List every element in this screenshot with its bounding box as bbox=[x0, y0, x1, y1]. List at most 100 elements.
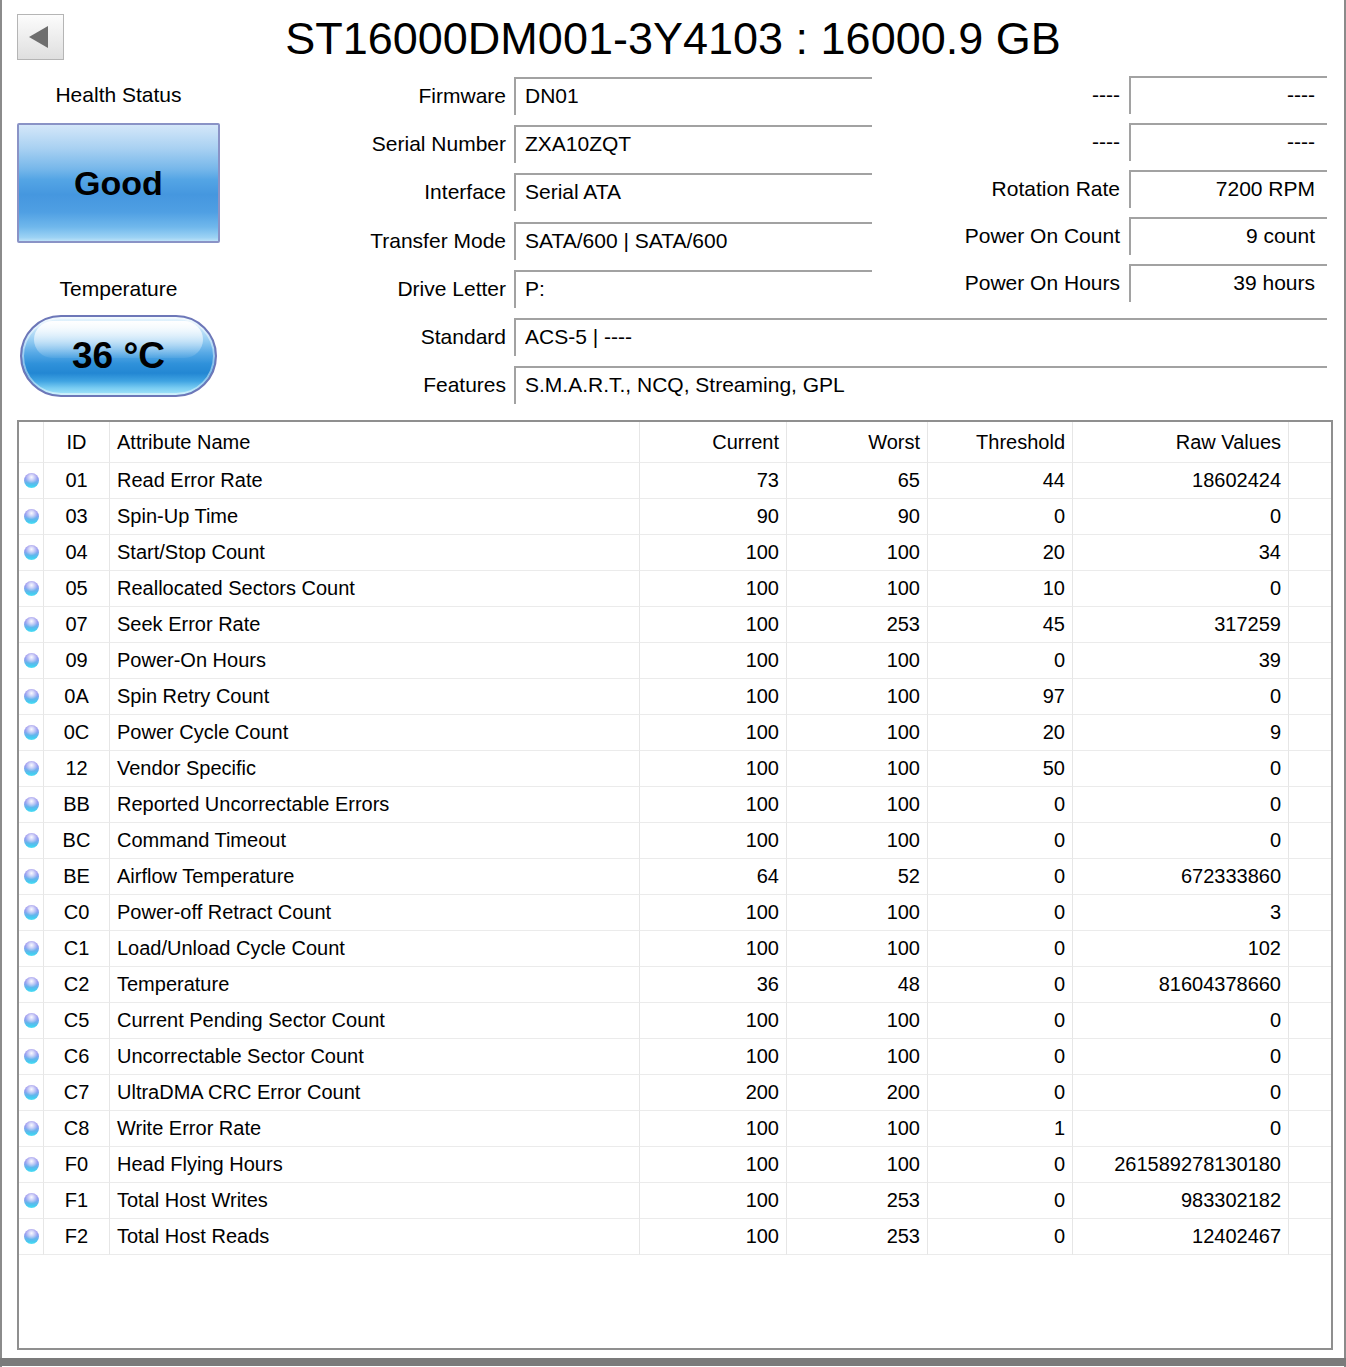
cell-worst: 100 bbox=[787, 787, 928, 823]
table-row[interactable]: 05 Reallocated Sectors Count 100 100 10 … bbox=[19, 571, 1331, 607]
field-value-box[interactable]: ---- bbox=[1129, 76, 1327, 114]
table-row[interactable]: C6 Uncorrectable Sector Count 100 100 0 … bbox=[19, 1039, 1331, 1075]
status-good-dot-icon bbox=[24, 1121, 39, 1136]
field-value: ---- bbox=[1287, 130, 1315, 153]
cell-id: 07 bbox=[44, 607, 110, 643]
field-value-box[interactable]: ---- bbox=[1129, 123, 1327, 161]
cell-attribute-name: Head Flying Hours bbox=[110, 1147, 640, 1183]
field-value-box[interactable]: 7200 RPM bbox=[1129, 170, 1327, 208]
field-value: S.M.A.R.T., NCQ, Streaming, GPL bbox=[525, 373, 845, 396]
table-row[interactable]: BB Reported Uncorrectable Errors 100 100… bbox=[19, 787, 1331, 823]
table-row[interactable]: C0 Power-off Retract Count 100 100 0 3 bbox=[19, 895, 1331, 931]
table-row[interactable]: C7 UltraDMA CRC Error Count 200 200 0 0 bbox=[19, 1075, 1331, 1111]
cell-id: C8 bbox=[44, 1111, 110, 1147]
table-row[interactable]: 0A Spin Retry Count 100 100 97 0 bbox=[19, 679, 1331, 715]
cell-raw-values: 261589278130180 bbox=[1073, 1147, 1289, 1183]
table-row[interactable]: 07 Seek Error Rate 100 253 45 317259 bbox=[19, 607, 1331, 643]
cell-threshold: 0 bbox=[928, 787, 1073, 823]
cell-current: 100 bbox=[640, 931, 787, 967]
cell-attribute-name: UltraDMA CRC Error Count bbox=[110, 1075, 640, 1111]
cell-current: 100 bbox=[640, 1003, 787, 1039]
field-row: Rotation Rate 7200 RPM bbox=[0, 170, 1346, 208]
cell-attribute-name: Spin Retry Count bbox=[110, 679, 640, 715]
header-cell-worst[interactable]: Worst bbox=[787, 422, 928, 463]
field-value-box[interactable]: S.M.A.R.T., NCQ, Streaming, GPL bbox=[514, 366, 1327, 404]
cell-worst: 100 bbox=[787, 1111, 928, 1147]
status-good-dot-icon bbox=[24, 797, 39, 812]
cell-worst: 100 bbox=[787, 715, 928, 751]
status-good-dot-icon bbox=[24, 689, 39, 704]
cell-current: 100 bbox=[640, 535, 787, 571]
cell-status bbox=[19, 967, 44, 1003]
cell-attribute-name: Load/Unload Cycle Count bbox=[110, 931, 640, 967]
cell-id: BE bbox=[44, 859, 110, 895]
table-row[interactable]: C5 Current Pending Sector Count 100 100 … bbox=[19, 1003, 1331, 1039]
field-value-box[interactable]: ACS-5 | ---- bbox=[514, 318, 1327, 356]
status-good-dot-icon bbox=[24, 1085, 39, 1100]
cell-current: 200 bbox=[640, 1075, 787, 1111]
header-cell-raw-values[interactable]: Raw Values bbox=[1073, 422, 1289, 463]
cell-current: 100 bbox=[640, 1219, 787, 1255]
status-good-dot-icon bbox=[24, 977, 39, 992]
status-good-dot-icon bbox=[24, 833, 39, 848]
cell-status bbox=[19, 1003, 44, 1039]
table-row[interactable]: BC Command Timeout 100 100 0 0 bbox=[19, 823, 1331, 859]
table-row[interactable]: 01 Read Error Rate 73 65 44 18602424 bbox=[19, 463, 1331, 499]
table-row[interactable]: C2 Temperature 36 48 0 81604378660 bbox=[19, 967, 1331, 1003]
table-row[interactable]: F0 Head Flying Hours 100 100 0 261589278… bbox=[19, 1147, 1331, 1183]
cell-current: 90 bbox=[640, 499, 787, 535]
table-row[interactable]: C1 Load/Unload Cycle Count 100 100 0 102 bbox=[19, 931, 1331, 967]
cell-trailing bbox=[1289, 967, 1331, 1003]
cell-threshold: 97 bbox=[928, 679, 1073, 715]
cell-attribute-name: Power-On Hours bbox=[110, 643, 640, 679]
header-cell-threshold[interactable]: Threshold bbox=[928, 422, 1073, 463]
cell-trailing bbox=[1289, 1183, 1331, 1219]
cell-raw-values: 0 bbox=[1073, 571, 1289, 607]
table-row[interactable]: 0C Power Cycle Count 100 100 20 9 bbox=[19, 715, 1331, 751]
cell-status bbox=[19, 787, 44, 823]
cell-raw-values: 0 bbox=[1073, 1003, 1289, 1039]
cell-worst: 100 bbox=[787, 535, 928, 571]
table-row[interactable]: 12 Vendor Specific 100 100 50 0 bbox=[19, 751, 1331, 787]
cell-raw-values: 0 bbox=[1073, 1075, 1289, 1111]
status-good-dot-icon bbox=[24, 1193, 39, 1208]
field-value-box[interactable]: 39 hours bbox=[1129, 264, 1327, 302]
status-good-dot-icon bbox=[24, 1157, 39, 1172]
header-cell-current[interactable]: Current bbox=[640, 422, 787, 463]
cell-trailing bbox=[1289, 895, 1331, 931]
status-good-dot-icon bbox=[24, 581, 39, 596]
table-row[interactable]: 03 Spin-Up Time 90 90 0 0 bbox=[19, 499, 1331, 535]
cell-id: 09 bbox=[44, 643, 110, 679]
header-cell-id[interactable]: ID bbox=[44, 422, 110, 463]
cell-worst: 200 bbox=[787, 1075, 928, 1111]
cell-id: C1 bbox=[44, 931, 110, 967]
cell-current: 73 bbox=[640, 463, 787, 499]
cell-status bbox=[19, 571, 44, 607]
table-row[interactable]: F1 Total Host Writes 100 253 0 983302182 bbox=[19, 1183, 1331, 1219]
field-row: Standard ACS-5 | ---- bbox=[0, 318, 1346, 356]
cell-threshold: 50 bbox=[928, 751, 1073, 787]
cell-trailing bbox=[1289, 1039, 1331, 1075]
cell-worst: 48 bbox=[787, 967, 928, 1003]
cell-raw-values: 0 bbox=[1073, 823, 1289, 859]
cell-trailing bbox=[1289, 751, 1331, 787]
table-row[interactable]: C8 Write Error Rate 100 100 1 0 bbox=[19, 1111, 1331, 1147]
cell-worst: 100 bbox=[787, 823, 928, 859]
table-row[interactable]: 04 Start/Stop Count 100 100 20 34 bbox=[19, 535, 1331, 571]
cell-id: F2 bbox=[44, 1219, 110, 1255]
cell-worst: 100 bbox=[787, 571, 928, 607]
header-cell-status bbox=[19, 422, 44, 463]
field-row: Power On Count 9 count bbox=[0, 217, 1346, 255]
cell-status bbox=[19, 535, 44, 571]
table-row[interactable]: BE Airflow Temperature 64 52 0 672333860 bbox=[19, 859, 1331, 895]
cell-threshold: 0 bbox=[928, 859, 1073, 895]
cell-id: BC bbox=[44, 823, 110, 859]
status-good-dot-icon bbox=[24, 1013, 39, 1028]
header-cell-attribute-name[interactable]: Attribute Name bbox=[110, 422, 640, 463]
cell-current: 36 bbox=[640, 967, 787, 1003]
field-row: Power On Hours 39 hours bbox=[0, 264, 1346, 302]
field-value-box[interactable]: 9 count bbox=[1129, 217, 1327, 255]
table-row[interactable]: F2 Total Host Reads 100 253 0 12402467 bbox=[19, 1219, 1331, 1255]
table-row[interactable]: 09 Power-On Hours 100 100 0 39 bbox=[19, 643, 1331, 679]
cell-trailing bbox=[1289, 1147, 1331, 1183]
